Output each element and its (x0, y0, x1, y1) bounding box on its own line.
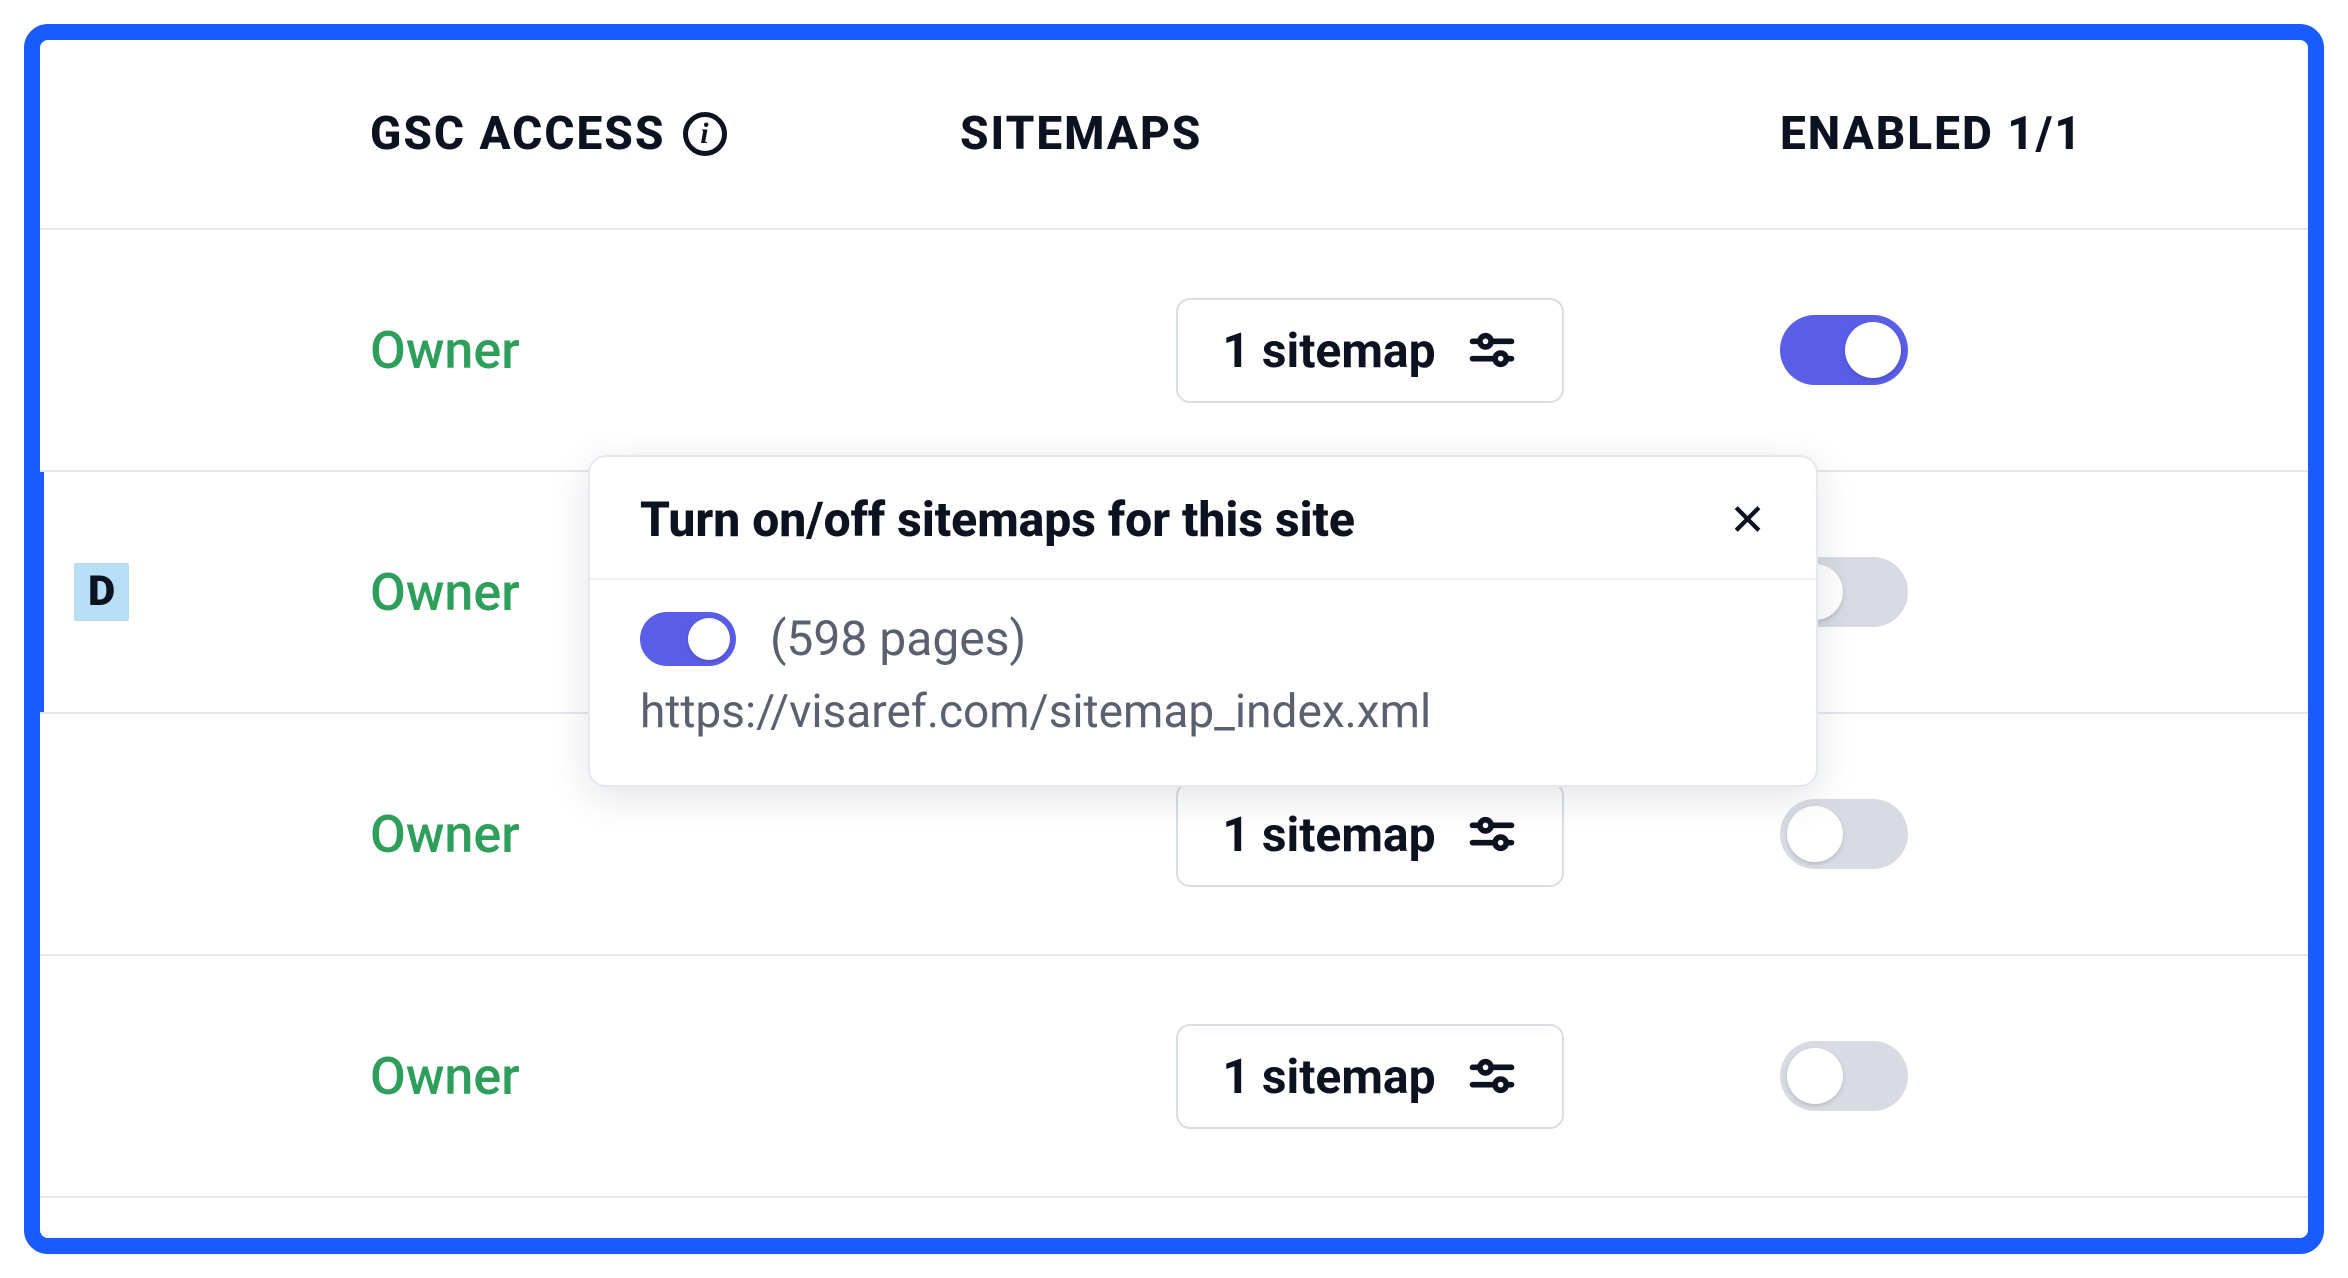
column-header-enabled: ENABLED 1/1 (1780, 107, 2308, 161)
column-header-gsc-access: GSC ACCESS i (370, 107, 960, 161)
popover-title: Turn on/off sitemaps for this site (640, 491, 1355, 548)
enabled-cell (1780, 315, 2308, 385)
gsc-access-value: Owner (370, 320, 960, 381)
sitemap-button[interactable]: 1 sitemap (1176, 298, 1563, 403)
sliders-icon (1466, 324, 1518, 376)
gsc-access-value: Owner (370, 804, 960, 865)
column-header-enabled-label: ENABLED 1/1 (1780, 107, 2083, 161)
sitemap-pages-count: (598 pages) (770, 610, 1026, 667)
sitemaps-cell: 1 sitemap (960, 1024, 1780, 1129)
table-header: GSC ACCESS i SITEMAPS ENABLED 1/1 (40, 40, 2308, 230)
table-row: Owner 1 sitemap (40, 230, 2308, 472)
close-icon[interactable]: ✕ (1719, 492, 1776, 548)
column-header-sitemaps: SITEMAPS (960, 107, 1780, 161)
sitemap-popover: Turn on/off sitemaps for this site ✕ (59… (588, 455, 1818, 787)
column-header-sitemaps-label: SITEMAPS (960, 107, 1202, 161)
gsc-access-value: Owner (370, 1046, 960, 1107)
sitemap-button[interactable]: 1 sitemap (1176, 782, 1563, 887)
sliders-icon (1466, 1050, 1518, 1102)
popover-header: Turn on/off sitemaps for this site ✕ (590, 457, 1816, 580)
popover-body: (598 pages) https://visaref.com/sitemap_… (590, 580, 1816, 785)
enabled-cell (1780, 557, 2308, 627)
sitemap-button-label: 1 sitemap (1222, 1048, 1435, 1105)
column-header-gsc-access-label: GSC ACCESS (370, 107, 665, 161)
sitemap-button-label: 1 sitemap (1222, 322, 1435, 379)
sitemaps-cell: 1 sitemap (960, 298, 1780, 403)
enabled-cell (1780, 1041, 2308, 1111)
content-frame: GSC ACCESS i SITEMAPS ENABLED 1/1 Owner 1… (24, 24, 2324, 1254)
info-icon[interactable]: i (683, 112, 727, 156)
sitemaps-cell: 1 sitemap (960, 782, 1780, 887)
sitemap-url: https://visaref.com/sitemap_index.xml (640, 685, 1766, 739)
enabled-cell (1780, 799, 2308, 869)
sitemap-button-label: 1 sitemap (1222, 806, 1435, 863)
enabled-toggle[interactable] (1780, 799, 1908, 869)
table-row: Owner 1 sitemap (40, 956, 2308, 1198)
enabled-toggle[interactable] (1780, 315, 1908, 385)
enabled-toggle[interactable] (1780, 1041, 1908, 1111)
row-badge: D (74, 563, 129, 621)
sitemap-button[interactable]: 1 sitemap (1176, 1024, 1563, 1129)
sliders-icon (1466, 808, 1518, 860)
sitemap-item-toggle[interactable] (640, 612, 736, 666)
